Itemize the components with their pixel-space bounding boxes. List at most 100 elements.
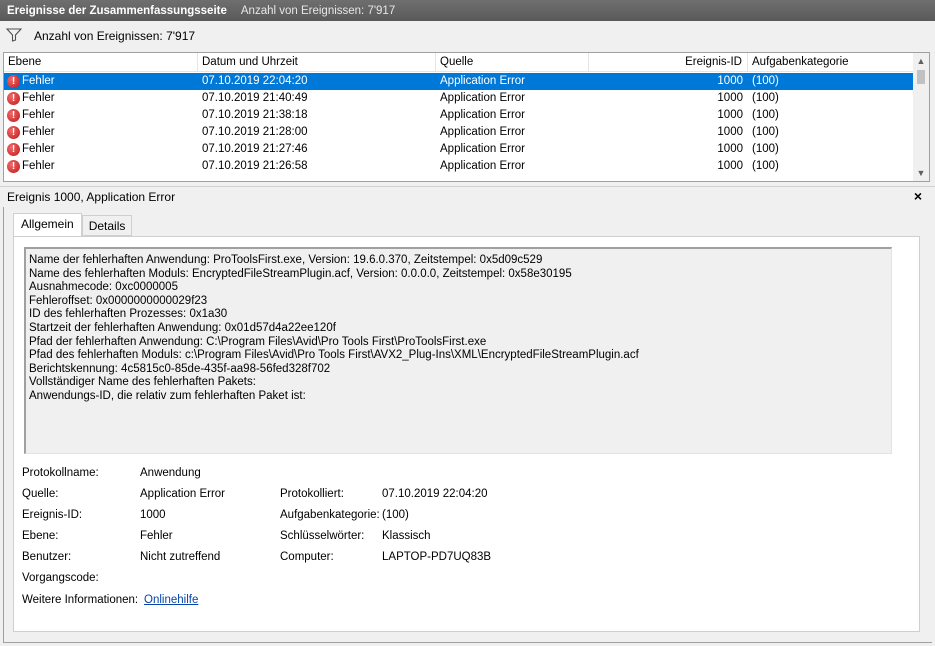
row-source: Application Error <box>440 160 526 172</box>
error-icon: ! <box>7 126 20 139</box>
tab-allgemein[interactable]: Allgemein <box>13 213 82 237</box>
protokolliert-value: 07.10.2019 22:04:20 <box>382 488 488 500</box>
row-level: Fehler <box>22 143 55 155</box>
row-level-cell: ! Fehler <box>4 124 198 141</box>
computer-label: Computer: <box>280 551 334 563</box>
row-datetime: 07.10.2019 21:28:00 <box>202 126 308 138</box>
message-line: Name des fehlerhaften Moduls: EncryptedF… <box>29 267 572 280</box>
row-level: Fehler <box>22 160 55 172</box>
table-row[interactable]: ! Fehler 07.10.2019 21:27:46 Application Er… <box>4 141 914 158</box>
message-line: Name der fehlerhaften Anwendung: ProTool… <box>29 254 543 266</box>
row-level-cell: ! Fehler <box>4 90 198 107</box>
row-level: Fehler <box>22 75 55 87</box>
ereignis-id-label: Ereignis-ID: <box>22 509 83 521</box>
column-header-quelle[interactable]: Quelle <box>436 53 589 72</box>
row-category: (100) <box>752 143 779 155</box>
onlinehilfe-link[interactable]: Onlinehilfe <box>144 594 198 606</box>
event-list-scrollbar[interactable]: ▲ ▼ <box>913 53 929 181</box>
error-icon: ! <box>7 92 20 105</box>
benutzer-label: Benutzer: <box>22 551 72 563</box>
row-event-id: 1000 <box>717 143 743 155</box>
ereignis-id-value: 1000 <box>140 509 166 521</box>
row-source: Application Error <box>440 92 526 104</box>
row-level-cell: ! Fehler <box>4 107 198 124</box>
message-line: Pfad der fehlerhaften Anwendung: C:\Prog… <box>29 335 487 348</box>
row-datetime: 07.10.2019 21:26:58 <box>202 160 308 172</box>
scrollbar-thumb[interactable] <box>917 70 925 84</box>
schluesselwoerter-label: Schlüsselwörter: <box>280 530 365 542</box>
message-line: Fehleroffset: 0x0000000000029f23 <box>29 294 208 307</box>
row-level: Fehler <box>22 109 55 121</box>
ebene-label: Ebene: <box>22 530 59 542</box>
row-datetime: 07.10.2019 22:04:20 <box>202 75 308 87</box>
row-datetime: 07.10.2019 21:40:49 <box>202 92 308 104</box>
detail-tabs: Allgemein Details <box>13 213 133 237</box>
event-message-box[interactable]: Name der fehlerhaften Anwendung: ProTool… <box>24 247 892 454</box>
row-category: (100) <box>752 92 779 104</box>
detail-title: Ereignis 1000, Application Error <box>7 189 176 204</box>
error-icon: ! <box>7 75 20 88</box>
quelle-value: Application Error <box>140 488 226 500</box>
message-line: Vollständiger Name des fehlerhaften Pake… <box>29 376 256 389</box>
table-row[interactable]: ! Fehler 07.10.2019 21:40:49 Application Er… <box>4 90 914 107</box>
row-level-cell: ! Fehler <box>4 73 198 90</box>
row-category: (100) <box>752 75 779 87</box>
row-level-cell: ! Fehler <box>4 141 198 158</box>
title-bar: Ereignisse der Zusammenfassungsseite Anz… <box>0 0 935 21</box>
column-header-ereignis-id[interactable]: Ereignis-ID <box>589 53 748 72</box>
row-level: Fehler <box>22 126 55 138</box>
message-line: Startzeit der fehlerhaften Anwendung: 0x… <box>29 321 336 334</box>
event-list[interactable]: Ebene Datum und Uhrzeit Quelle Ereignis-… <box>3 52 930 182</box>
message-line: Ausnahmecode: 0xc0000005 <box>29 281 178 294</box>
schluesselwoerter-value: Klassisch <box>382 530 431 542</box>
row-source: Application Error <box>440 126 526 138</box>
row-event-id: 1000 <box>717 92 743 104</box>
table-row[interactable]: ! Fehler 07.10.2019 22:04:20 Application Er… <box>4 73 914 90</box>
protokollname-label: Protokollname: <box>22 467 99 479</box>
detail-pane: Allgemein Details Name der fehlerhaften … <box>3 207 932 643</box>
row-category: (100) <box>752 126 779 138</box>
column-header-aufgabenkategorie[interactable]: Aufgabenkategorie <box>748 53 914 72</box>
close-icon[interactable]: × <box>914 188 922 204</box>
row-source: Application Error <box>440 75 526 87</box>
event-list-header: Ebene Datum und Uhrzeit Quelle Ereignis-… <box>4 53 914 72</box>
aufgabenkategorie-value: (100) <box>382 509 409 521</box>
message-line: Pfad des fehlerhaften Moduls: c:\Program… <box>29 349 639 362</box>
row-level-cell: ! Fehler <box>4 158 198 175</box>
event-count-label: Anzahl von Ereignissen: 7'917 <box>34 29 196 43</box>
row-source: Application Error <box>440 109 526 121</box>
ebene-value: Fehler <box>140 530 173 542</box>
event-list-rows: ! Fehler 07.10.2019 22:04:20 Application Er… <box>4 73 914 175</box>
aufgabenkategorie-label: Aufgabenkategorie: <box>280 509 380 521</box>
row-event-id: 1000 <box>717 75 743 87</box>
table-row[interactable]: ! Fehler 07.10.2019 21:38:18 Application Er… <box>4 107 914 124</box>
row-category: (100) <box>752 160 779 172</box>
error-icon: ! <box>7 143 20 156</box>
row-source: Application Error <box>440 143 526 155</box>
scroll-down-icon[interactable]: ▼ <box>913 165 929 181</box>
message-line: Anwendungs-ID, die relativ zum fehlerhaf… <box>29 389 306 402</box>
scroll-up-icon[interactable]: ▲ <box>913 53 929 69</box>
table-row[interactable]: ! Fehler 07.10.2019 21:26:58 Application Er… <box>4 158 914 175</box>
tab-details[interactable]: Details <box>81 215 133 236</box>
protokollname-value: Anwendung <box>140 467 201 479</box>
benutzer-value: Nicht zutreffend <box>140 551 221 563</box>
tab-page-allgemein: Name der fehlerhaften Anwendung: ProTool… <box>13 236 920 632</box>
weitere-informationen-label: Weitere Informationen: <box>22 594 139 606</box>
error-icon: ! <box>7 160 20 173</box>
row-category: (100) <box>752 109 779 121</box>
vorgangscode-label: Vorgangscode: <box>22 572 99 584</box>
row-event-id: 1000 <box>717 160 743 172</box>
message-line: ID des fehlerhaften Prozesses: 0x1a30 <box>29 308 228 321</box>
table-row[interactable]: ! Fehler 07.10.2019 21:28:00 Application Er… <box>4 124 914 141</box>
filter-icon[interactable] <box>5 27 23 45</box>
row-event-id: 1000 <box>717 109 743 121</box>
detail-header: Ereignis 1000, Application Error <box>0 186 935 206</box>
row-level: Fehler <box>22 92 55 104</box>
title-bar-count: Anzahl von Ereignissen: 7'917 <box>240 4 396 17</box>
quelle-label: Quelle: <box>22 488 59 500</box>
row-datetime: 07.10.2019 21:27:46 <box>202 143 308 155</box>
error-icon: ! <box>7 109 20 122</box>
column-header-datum[interactable]: Datum und Uhrzeit <box>198 53 436 72</box>
column-header-ebene[interactable]: Ebene <box>4 53 198 72</box>
